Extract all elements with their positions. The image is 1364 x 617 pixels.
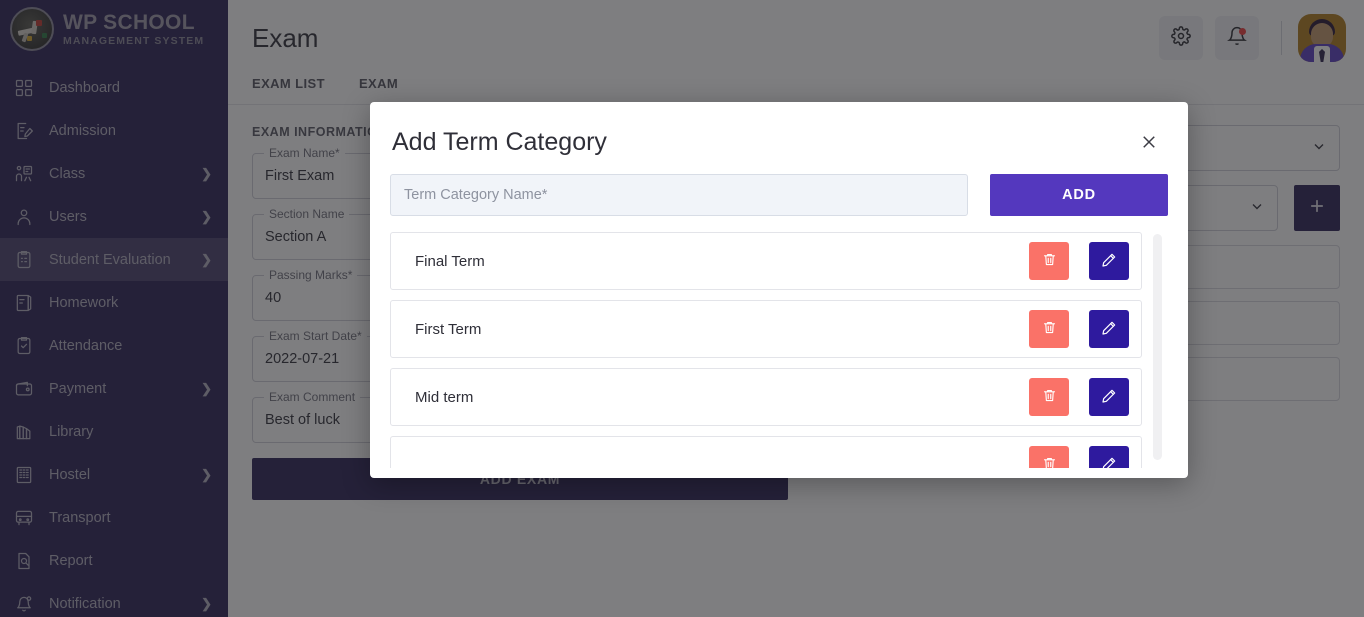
trash-icon [1042,252,1057,270]
term-name: Final Term [415,252,485,270]
pencil-icon [1101,388,1117,407]
edit-term-button[interactable] [1089,242,1129,280]
add-button[interactable]: ADD [990,174,1168,216]
term-category-name-input[interactable] [390,174,968,216]
pencil-icon [1101,252,1117,271]
delete-term-button[interactable] [1029,242,1069,280]
delete-term-button[interactable] [1029,310,1069,348]
app-root: WP SCHOOL MANAGEMENT SYSTEM DashboardAdm… [0,0,1364,617]
table-row: First Term [390,300,1142,358]
list-scrollbar[interactable] [1153,234,1162,460]
edit-term-button[interactable] [1089,446,1129,468]
table-row: Mid term [390,368,1142,426]
edit-term-button[interactable] [1089,310,1129,348]
term-name: Mid term [415,388,474,406]
pencil-icon [1101,320,1117,339]
add-term-form: ADD [370,157,1188,216]
delete-term-button[interactable] [1029,446,1069,468]
close-icon[interactable] [1140,133,1158,155]
trash-icon [1042,456,1057,468]
term-name: First Term [415,320,482,338]
trash-icon [1042,388,1057,406]
table-row: Final Term [390,232,1142,290]
modal-title: Add Term Category [392,128,607,156]
table-row [390,436,1142,468]
delete-term-button[interactable] [1029,378,1069,416]
modal-header: Add Term Category [370,102,1188,157]
term-category-list: Final Term First Term Mid term [390,232,1168,468]
pencil-icon [1101,456,1117,468]
trash-icon [1042,320,1057,338]
edit-term-button[interactable] [1089,378,1129,416]
add-term-category-modal: Add Term Category ADD Final Term First Te… [370,102,1188,478]
